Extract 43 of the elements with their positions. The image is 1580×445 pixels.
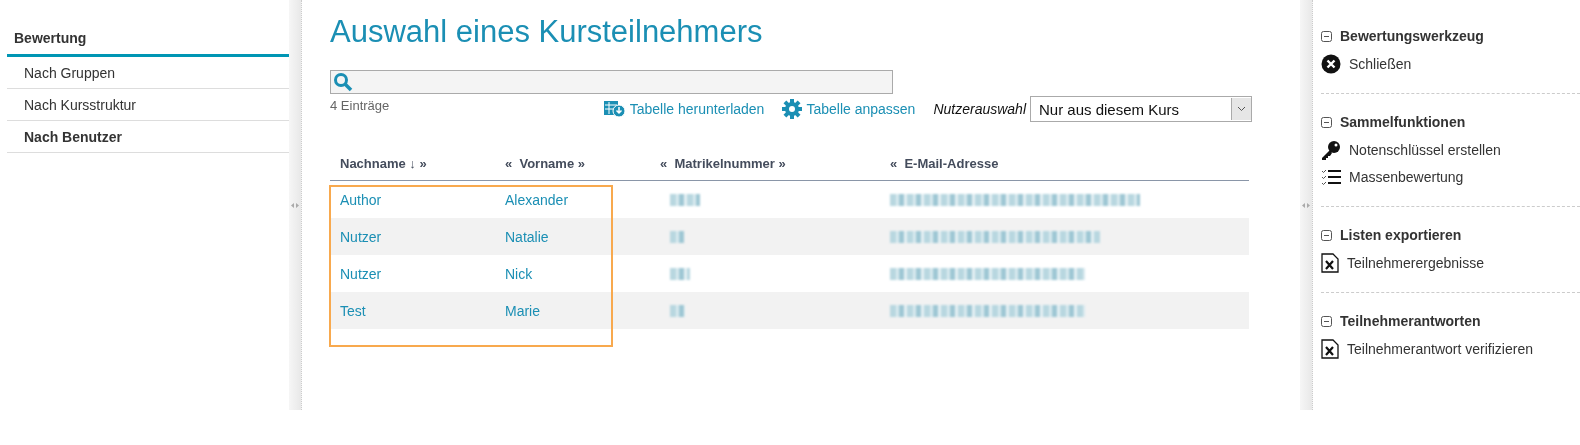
column-header[interactable]: Nachname ↓ »	[330, 155, 495, 171]
user-filter-select[interactable]: Nur aus diesem Kurs	[1030, 96, 1252, 122]
chevron-down-icon	[1237, 106, 1246, 112]
splitter-handle[interactable]	[1300, 0, 1313, 410]
tool-link[interactable]: Schließen	[1321, 50, 1580, 77]
spreadsheet-file-icon	[1321, 252, 1339, 273]
entry-count: 4 Einträge	[330, 97, 390, 113]
sidebar-title: Bewertung	[7, 30, 289, 57]
blurred-text	[670, 193, 700, 206]
lastname-link[interactable]: Author	[330, 191, 495, 208]
firstname-link[interactable]: Alexander	[495, 191, 650, 208]
splitter-handle[interactable]	[289, 0, 302, 410]
tool-link[interactable]: Massenbewertung	[1321, 163, 1580, 190]
table-download-icon	[603, 100, 626, 118]
column-header[interactable]: « Vorname »	[495, 155, 650, 171]
search-icon	[333, 72, 353, 92]
download-table-link[interactable]: Tabelle herunterladen	[603, 100, 765, 118]
collapse-icon[interactable]	[1321, 229, 1332, 241]
section-title: Teilnehmerantworten	[1340, 313, 1481, 329]
spreadsheet-file-icon	[1321, 338, 1339, 359]
tool-link[interactable]: Teilnehmerantwort verifizieren	[1321, 335, 1580, 362]
section-title: Sammelfunktionen	[1340, 114, 1466, 130]
column-header[interactable]: « Matrikelnummer »	[650, 155, 880, 171]
tool-link[interactable]: Notenschlüssel erstellen	[1321, 136, 1580, 163]
search-field[interactable]	[330, 70, 893, 94]
firstname-link[interactable]: Nick	[495, 265, 650, 282]
customize-table-link[interactable]: Tabelle anpassen	[782, 99, 916, 119]
page-title: Auswahl eines Kursteilnehmers	[330, 14, 764, 50]
blurred-text	[670, 304, 685, 317]
section-title: Listen exportieren	[1340, 227, 1462, 243]
key-icon	[1321, 139, 1341, 160]
collapse-icon[interactable]	[1321, 116, 1332, 128]
close-icon	[1321, 53, 1341, 74]
collapse-icon[interactable]	[1321, 30, 1332, 42]
tool-link[interactable]: Teilnehmerergebnisse	[1321, 249, 1580, 276]
filter-label: Nutzerauswahl	[933, 101, 1026, 117]
blurred-text	[670, 230, 684, 243]
gear-icon	[782, 99, 803, 119]
section-title: Bewertungswerkzeug	[1340, 28, 1484, 44]
lastname-link[interactable]: Nutzer	[330, 265, 495, 282]
blurred-text	[670, 267, 690, 280]
column-header[interactable]: « E-Mail-Adresse	[880, 155, 1249, 171]
collapse-icon[interactable]	[1321, 315, 1332, 327]
